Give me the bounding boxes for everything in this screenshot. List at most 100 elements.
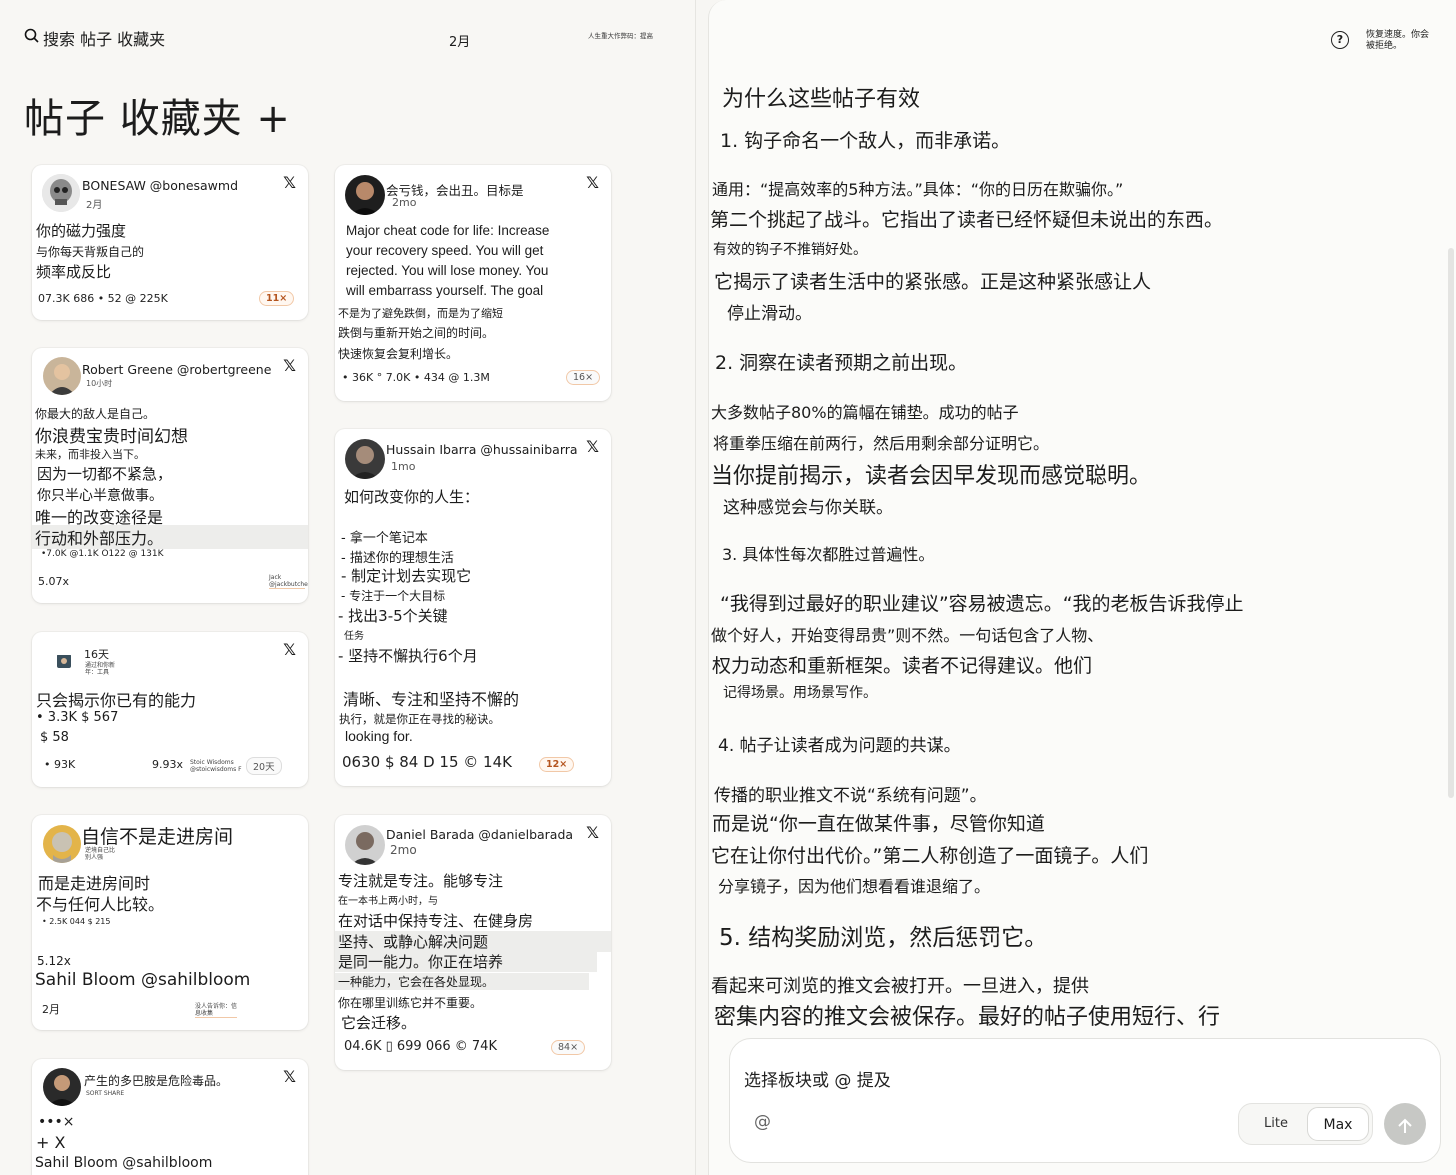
x-logo-icon[interactable]: 𝕏 xyxy=(586,173,599,192)
post-text: 是同一能力。你正在培养 xyxy=(335,951,597,972)
mode-toggle[interactable]: Lite Max xyxy=(1238,1103,1373,1145)
author-name[interactable]: Hussain Ibarra @hussainibarra xyxy=(386,442,578,457)
post-stats: • 93K xyxy=(44,758,76,771)
post-text: $ 58 xyxy=(40,730,69,745)
avatar xyxy=(57,654,71,668)
multiplier-badge: 12× xyxy=(539,757,575,772)
search-icon xyxy=(24,28,39,48)
avatar xyxy=(345,439,385,479)
multiplier-badge: 11× xyxy=(259,291,295,306)
post-card[interactable]: 𝕏 Hussain Ibarra @hussainibarra 1mo 如何改变… xyxy=(335,429,611,786)
analysis-line: 分享镜子，因为他们想看看谁退缩了。 xyxy=(718,877,991,896)
post-time: 2mo xyxy=(390,843,417,857)
analysis-line: 有效的钩子不推销好处。 xyxy=(713,242,867,258)
x-logo-icon[interactable]: 𝕏 xyxy=(283,1067,296,1086)
post-text: 未来，而非投入当下。 xyxy=(35,448,145,461)
posts-pane: 搜索 帖子 收藏夹 2月 人生重大作弊码：提高 帖子 收藏夹 + 𝕏 BONES… xyxy=(0,0,696,1175)
post-text: - 专注于一个大目标 xyxy=(341,589,446,603)
section-heading: 4. 帖子让读者成为问题的共谋。 xyxy=(718,736,961,756)
mention-icon[interactable]: @ xyxy=(754,1112,771,1132)
post-text: 不与任何人比较。 xyxy=(36,895,165,914)
related-author: Jack @jackbutcher xyxy=(269,574,308,589)
send-button[interactable] xyxy=(1384,1103,1426,1145)
x-logo-icon[interactable]: 𝕏 xyxy=(283,640,296,659)
post-card[interactable]: 𝕏 产生的多巴胺是危险毒品。 SORT SHARE •••× + X Sahil… xyxy=(32,1059,308,1175)
post-stats: •7.0K @1.1K O122 @ 131K xyxy=(41,549,164,559)
analysis-line: 停止滑动。 xyxy=(727,304,812,324)
post-text: 只会揭示你已有的能力 xyxy=(36,691,197,710)
search-label: 搜索 帖子 收藏夹 xyxy=(43,30,166,49)
section-heading: 2. 洞察在读者预期之前出现。 xyxy=(715,352,968,374)
avatar xyxy=(43,825,81,863)
analysis-pane: ? 恢复速度。你会被拒绝。 为什么这些帖子有效 1. 钩子命名一个敌人，而非承诺… xyxy=(708,0,1456,1175)
analysis-line: 权力动态和重新框架。读者不记得建议。他们 xyxy=(712,655,1093,677)
author-name[interactable]: Sahil Bloom @sahilbloom xyxy=(35,970,250,990)
post-text: 你只半心半意做事。 xyxy=(37,488,163,504)
post-stats: 0630 $ 84 D 15 © 14K xyxy=(342,753,512,771)
post-text: 频率成反比 xyxy=(36,263,112,281)
author-name[interactable]: BONESAW @bonesawmd xyxy=(82,178,238,193)
post-text: 快速恢复会复利增长。 xyxy=(338,347,459,361)
multiplier-badge: 84× xyxy=(551,1040,586,1055)
post-card[interactable]: 𝕏 BONESAW @bonesawmd 2月 你的磁力强度 与你每天背叛自己的… xyxy=(32,165,308,320)
analysis-line: 它揭示了读者生活中的紧张感。正是这种紧张感让人 xyxy=(714,271,1152,293)
source-label: 逆境自己比别人强 xyxy=(85,847,116,861)
post-text: - 拿一个笔记本 xyxy=(341,531,428,546)
composer-input[interactable]: 选择板块或 @ 提及 xyxy=(744,1066,891,1091)
post-text: 在一本书上两小时，与 xyxy=(338,896,438,907)
post-text: 不是为了避免跌倒，而是为了缩短 xyxy=(338,307,503,320)
post-text: 一种能力，它会在各处显现。 xyxy=(335,973,589,990)
author-name[interactable]: Robert Greene @robertgreene xyxy=(82,362,271,377)
search-bar[interactable]: 搜索 帖子 收藏夹 xyxy=(24,26,165,50)
multiplier-badge: 16× xyxy=(566,370,601,385)
avatar xyxy=(42,174,80,212)
x-logo-icon[interactable]: 𝕏 xyxy=(586,823,599,842)
help-note: 恢复速度。你会被拒绝。 xyxy=(1366,30,1430,51)
post-text: your recovery speed. You will get xyxy=(346,243,544,258)
post-card[interactable]: 𝕏 Robert Greene @robertgreene 10小时 你最大的敌… xyxy=(32,348,308,603)
post-text: looking for. xyxy=(345,728,413,744)
time-badge: 20天 xyxy=(246,757,282,775)
related-author: Stoic Wisdoms @stoicwisdoms F xyxy=(190,759,242,773)
post-text: 它会迁移。 xyxy=(341,1014,417,1032)
post-time: 2月 xyxy=(86,200,103,211)
analysis-line: 记得场景。用场景写作。 xyxy=(723,685,877,701)
composer[interactable]: 选择板块或 @ 提及 @ Lite Max xyxy=(729,1038,1441,1163)
mode-max-button[interactable]: Max xyxy=(1307,1107,1369,1141)
post-heading: 自信不是走进房间 xyxy=(81,826,234,848)
post-text: 坚持、或静心解决问题 xyxy=(335,931,611,952)
arrow-up-icon xyxy=(1396,1112,1414,1136)
post-stats: 07.3K 686 • 52 @ 225K xyxy=(38,292,168,305)
post-card[interactable]: 𝕏 会亏钱，会出丑。目标是 2mo Major cheat code for l… xyxy=(335,165,611,401)
month-filter[interactable]: 2月 xyxy=(449,31,470,50)
analysis-line: 将重拳压缩在前两行，然后用剩余部分证明它。 xyxy=(713,434,1050,453)
avatar xyxy=(43,1068,81,1106)
post-text: 执行，就是你正在寻找的秘诀。 xyxy=(339,712,500,726)
author-name[interactable]: Sahil Bloom @sahilbloom xyxy=(35,1155,212,1171)
help-icon[interactable]: ? xyxy=(1331,31,1349,49)
post-text: • 3.3K $ 567 xyxy=(36,710,119,725)
post-card[interactable]: 𝕏 16天 通过和你新年：工具 只会揭示你已有的能力 • 3.3K $ 567 … xyxy=(32,632,308,787)
post-text: - 坚持不懈执行6个月 xyxy=(338,647,478,665)
avatar xyxy=(345,175,385,215)
multiplier: 5.12x xyxy=(37,954,71,968)
post-card[interactable]: 𝕏 Daniel Barada @danielbarada 2mo 专注就是专注… xyxy=(335,815,611,1070)
post-card[interactable]: 自信不是走进房间 逆境自己比别人强 而是走进房间时 不与任何人比较。 • 2.5… xyxy=(32,815,308,1030)
post-text: - 描述你的理想生活 xyxy=(341,551,454,566)
mode-lite-button[interactable]: Lite xyxy=(1249,1104,1303,1144)
analysis-line: 做个好人，开始变得昂贵”则不然。一句话包含了人物、 xyxy=(711,626,1104,645)
post-time: 10小时 xyxy=(86,379,113,388)
post-text: Major cheat code for life: Increase xyxy=(346,223,550,238)
analysis-heading: 为什么这些帖子有效 xyxy=(722,87,921,112)
author-name[interactable]: Daniel Barada @danielbarada xyxy=(386,827,573,842)
x-logo-icon[interactable]: 𝕏 xyxy=(586,437,599,456)
x-logo-icon[interactable]: 𝕏 xyxy=(283,173,296,192)
post-stats: • 36K ° 7.0K • 434 @ 1.3M xyxy=(342,371,490,384)
post-text: 行动和外部压力。 xyxy=(32,525,308,549)
post-text: 专注就是专注。能够专注 xyxy=(338,872,504,890)
scrollbar[interactable] xyxy=(1448,248,1454,798)
analysis-line: 而是说“你一直在做某件事，尽管你知道 xyxy=(712,813,1045,835)
post-text: 如何改变你的人生： xyxy=(344,488,480,506)
x-logo-icon[interactable]: 𝕏 xyxy=(283,356,296,375)
related-author: 没人告诉你：信息收集 xyxy=(195,1003,238,1018)
